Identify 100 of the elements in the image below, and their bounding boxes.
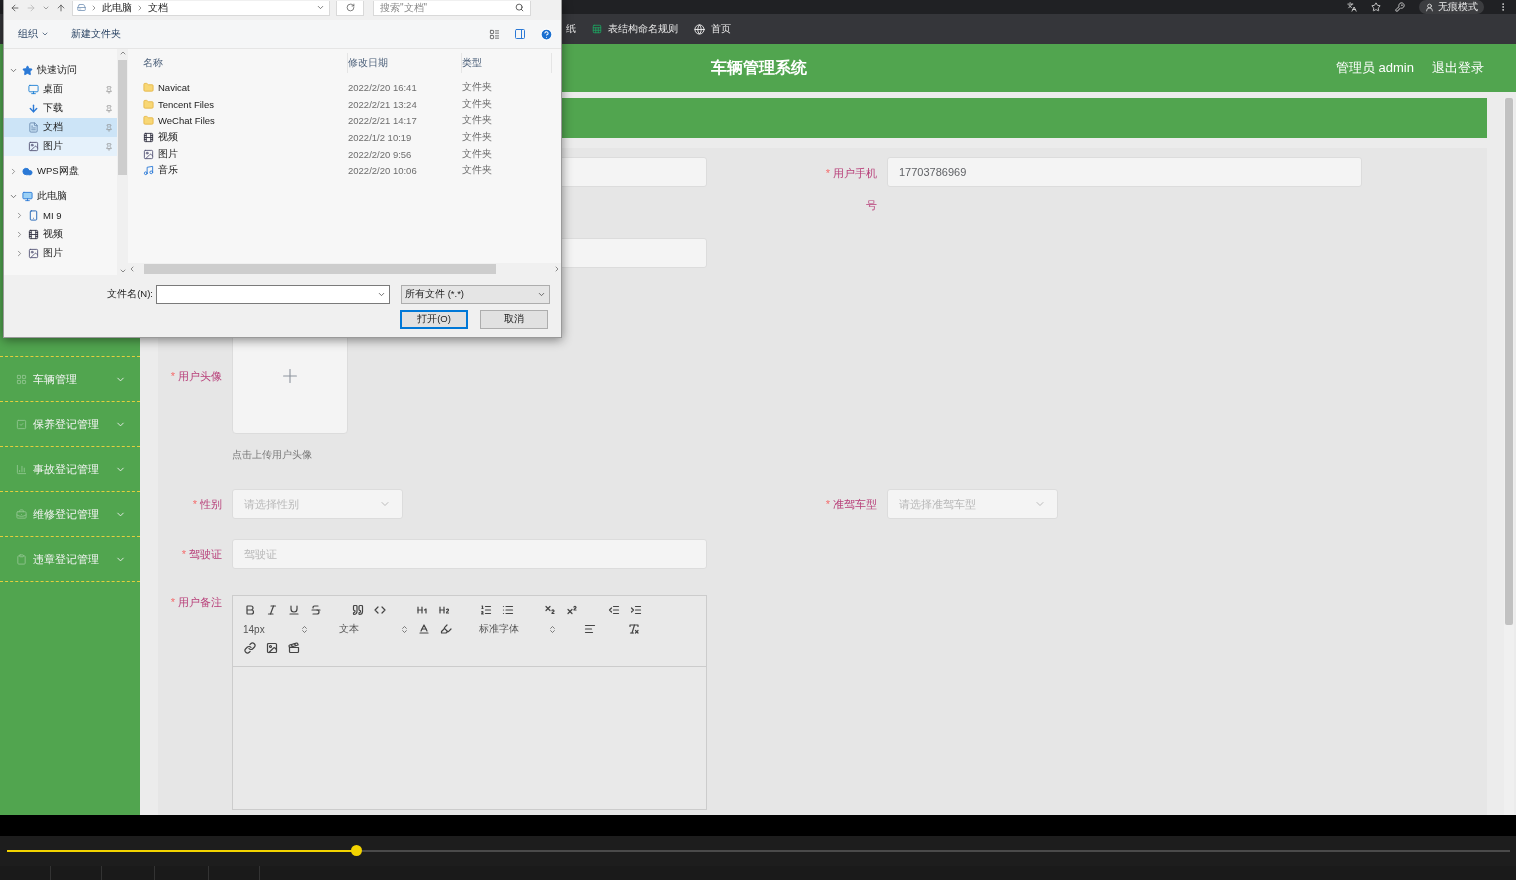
tree-item[interactable]: 桌面 (4, 80, 117, 99)
tree-item[interactable]: 此电脑 (4, 187, 117, 206)
format-select[interactable]: 文本 (339, 621, 409, 637)
format-select[interactable]: 14px (243, 621, 309, 637)
incognito-badge[interactable]: 无痕模式 (1419, 0, 1484, 14)
file-row[interactable]: 视频 2022/1/2 10:19 文件夹 (128, 129, 561, 146)
file-row[interactable]: Tencent Files 2022/2/21 13:24 文件夹 (128, 95, 561, 113)
image-button[interactable] (265, 640, 279, 656)
picture-icon (143, 148, 154, 160)
tree-item[interactable]: 快速访问 (4, 61, 117, 80)
phone-icon (28, 210, 39, 221)
chevron-right-icon (136, 3, 144, 12)
file-row[interactable]: Navicat 2022/2/20 16:41 文件夹 (128, 79, 561, 96)
italic-button[interactable] (265, 602, 279, 618)
image-icon (266, 642, 278, 654)
ordered-list-button[interactable] (479, 602, 493, 618)
tree-label: 视频 (43, 228, 64, 241)
caret-icon (41, 30, 49, 38)
bookmark-link[interactable]: 首页 (694, 22, 731, 36)
column-header[interactable]: 类型 (462, 53, 552, 73)
up-down-arrows-icon (300, 624, 309, 634)
dialog-button[interactable]: 打开(O) (400, 310, 468, 329)
bookmark-link[interactable]: 表结构命名规则 (592, 22, 678, 36)
translate-icon[interactable] (1347, 2, 1357, 12)
tree-item[interactable]: MI 9 (4, 206, 117, 225)
view-icon[interactable] (489, 28, 500, 40)
column-header[interactable]: 名称 (143, 53, 348, 73)
address-bar[interactable]: 此电脑 文档 (72, 0, 330, 16)
briefcase-icon (16, 508, 27, 520)
subscript-icon (544, 604, 556, 616)
nav-scrollbar[interactable] (117, 49, 128, 275)
tree-item[interactable]: 视频 (4, 225, 117, 244)
strikethrough-button[interactable] (309, 602, 323, 618)
field-label: * 驾驶证 (180, 547, 222, 562)
field-label: * 性别 (191, 497, 222, 512)
scroll-left-icon (128, 265, 136, 273)
bookmark-star-icon[interactable] (1371, 2, 1381, 12)
tree-label: WPS网盘 (37, 165, 80, 178)
download-icon (28, 103, 39, 114)
tree-label: 图片 (43, 247, 64, 260)
file-row[interactable]: 图片 2022/2/20 9:56 文件夹 (128, 145, 561, 163)
key-icon[interactable] (1395, 2, 1405, 12)
path-segment[interactable]: 此电脑 (102, 0, 132, 15)
bold-button[interactable] (243, 602, 257, 618)
tree-item[interactable]: 图片 (4, 244, 117, 263)
column-header[interactable]: 修改日期 (348, 53, 462, 73)
quote-icon (352, 604, 364, 616)
rich-text-editor[interactable]: 14px 文本 标准字体 (232, 595, 707, 810)
file-name: WeChat Files (158, 115, 215, 127)
file-date: 2022/2/21 14:17 (348, 115, 417, 127)
tree-item[interactable]: 下载 (4, 99, 117, 118)
video-button[interactable] (287, 640, 301, 656)
up-icon[interactable] (56, 3, 66, 13)
search-field[interactable]: 搜索"文档" (373, 0, 531, 16)
chevron-down-icon (377, 290, 386, 299)
bookmark-link[interactable]: 纸 (566, 22, 576, 36)
file-date: 2022/1/2 10:19 (348, 131, 412, 143)
picture-icon (28, 141, 39, 152)
toolbar-button[interactable]: 组织 (18, 27, 49, 41)
folder-icon (143, 81, 154, 93)
chevron-down-icon (316, 3, 325, 12)
bar-chart-icon (16, 463, 27, 475)
file-type: 文件夹 (462, 130, 492, 144)
file-type: 文件夹 (462, 97, 492, 111)
code-icon (374, 604, 386, 616)
quote-button[interactable] (351, 602, 365, 618)
horizontal-scrollbar[interactable] (128, 263, 561, 275)
file-type-select[interactable]: 所有文件 (*.*) (401, 285, 550, 304)
dialog-button[interactable]: 取消 (480, 310, 548, 329)
user-icon (1425, 2, 1434, 12)
file-row[interactable]: 音乐 2022/2/20 10:06 文件夹 (128, 162, 561, 180)
file-date: 2022/2/20 16:41 (348, 81, 417, 93)
file-row[interactable]: WeChat Files 2022/2/21 14:17 文件夹 (128, 112, 561, 130)
tree-item[interactable]: 图片 (4, 137, 117, 156)
toolbar-button[interactable]: 新建文件夹 (71, 27, 121, 41)
grid-icon (16, 373, 27, 385)
upload-hint: 点击上传用户头像 (232, 448, 312, 462)
link-button[interactable] (243, 640, 257, 656)
filename-field[interactable] (156, 285, 390, 304)
format-select[interactable]: 标准字体 (479, 621, 557, 637)
clear-format-button[interactable] (627, 621, 641, 637)
folder-icon (143, 115, 154, 127)
tree-item[interactable]: WPS网盘 (4, 162, 117, 181)
phone-field[interactable]: 17703786969 (887, 157, 1362, 187)
progress-slider[interactable] (7, 845, 1510, 857)
help-icon[interactable] (540, 27, 553, 41)
back-icon[interactable] (10, 3, 20, 13)
scrollbar[interactable] (1504, 98, 1514, 815)
computer-icon (22, 191, 33, 202)
file-type: 文件夹 (462, 114, 492, 128)
path-segment[interactable]: 文档 (148, 0, 168, 15)
progress-thumb[interactable] (350, 845, 362, 856)
tree-item[interactable]: 文档 (4, 118, 117, 137)
preview-pane-icon[interactable] (514, 28, 526, 40)
sheet-icon (592, 24, 602, 34)
strikethrough-icon (310, 604, 322, 616)
link-icon (244, 642, 256, 654)
monitor-icon (28, 84, 39, 95)
video-icon (288, 642, 300, 654)
checkbox-icon (16, 418, 27, 430)
